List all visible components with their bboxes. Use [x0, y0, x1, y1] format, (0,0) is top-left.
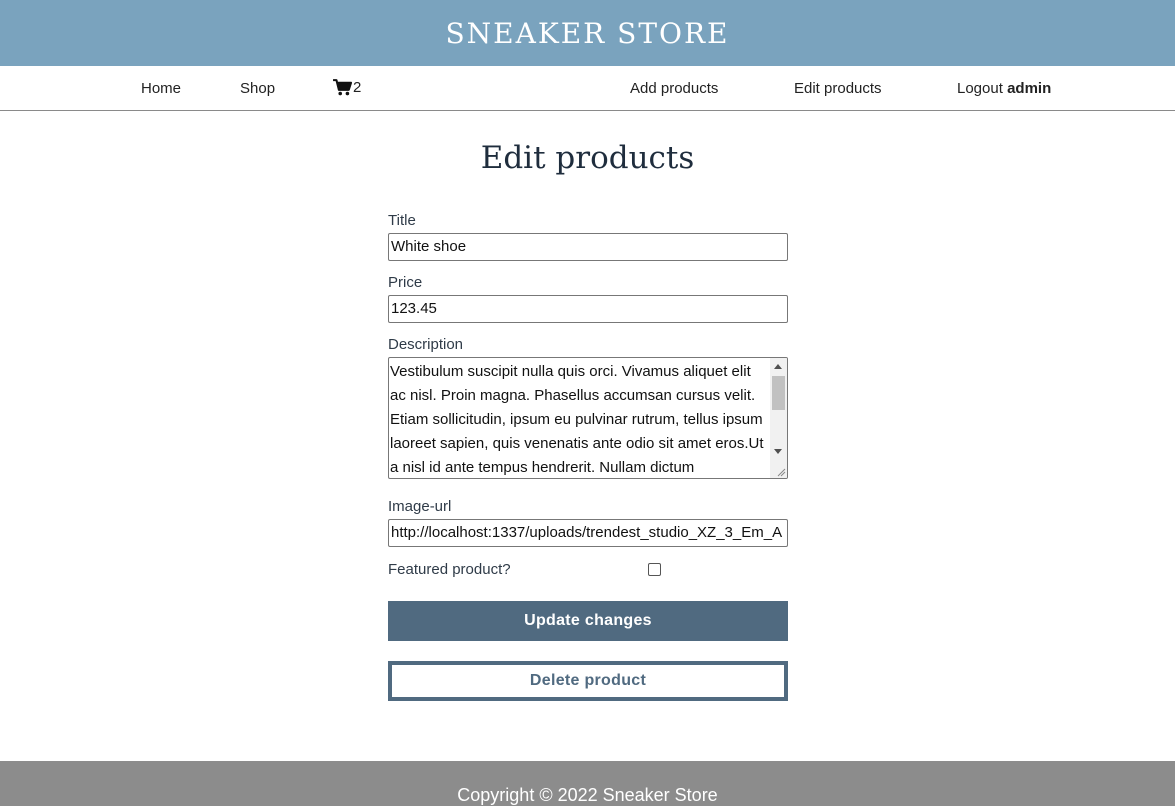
logout-label: Logout — [957, 80, 1003, 97]
description-text: Vestibulum suscipit nulla quis orci. Viv… — [390, 363, 764, 476]
description-textarea[interactable]: Vestibulum suscipit nulla quis orci. Viv… — [388, 357, 788, 479]
nav-add-products-link[interactable]: Add products — [630, 80, 718, 97]
featured-checkbox[interactable] — [648, 563, 661, 576]
main-nav: Home Shop 2 Add products Edit products L… — [0, 66, 1175, 111]
image-url-input[interactable]: http://localhost:1337/uploads/trendest_s… — [388, 519, 788, 547]
description-label: Description — [388, 336, 464, 353]
nav-edit-products-link[interactable]: Edit products — [794, 80, 882, 97]
price-label: Price — [388, 274, 423, 291]
scroll-up-arrow-icon[interactable] — [774, 364, 782, 369]
brand-title[interactable]: SNEAKER STORE — [445, 17, 729, 50]
resize-grip-icon[interactable] — [776, 467, 786, 477]
site-footer: Copyright © 2022 Sneaker Store — [0, 761, 1175, 806]
nav-cart-link[interactable]: 2 — [333, 79, 361, 96]
nav-logout-link[interactable]: Logout admin — [957, 80, 1051, 97]
update-changes-button[interactable]: Update changes — [388, 601, 788, 641]
title-label: Title — [388, 212, 416, 229]
delete-product-button[interactable]: Delete product — [388, 661, 788, 701]
title-input[interactable]: White shoe — [388, 233, 788, 261]
cart-icon — [333, 79, 352, 96]
description-scrollbar[interactable] — [770, 358, 787, 478]
site-header: SNEAKER STORE — [0, 0, 1175, 66]
image-url-label: Image-url — [388, 498, 452, 515]
cart-count: 2 — [353, 79, 362, 96]
featured-label: Featured product? — [388, 561, 511, 578]
nav-shop-link[interactable]: Shop — [240, 80, 275, 97]
page-title: Edit products — [480, 140, 695, 176]
scroll-thumb[interactable] — [772, 376, 785, 410]
logout-username: admin — [1007, 80, 1052, 97]
copyright-text: Copyright © 2022 Sneaker Store — [457, 785, 718, 805]
price-input[interactable]: 123.45 — [388, 295, 788, 323]
scroll-down-arrow-icon[interactable] — [774, 449, 782, 454]
nav-home-link[interactable]: Home — [141, 80, 181, 97]
